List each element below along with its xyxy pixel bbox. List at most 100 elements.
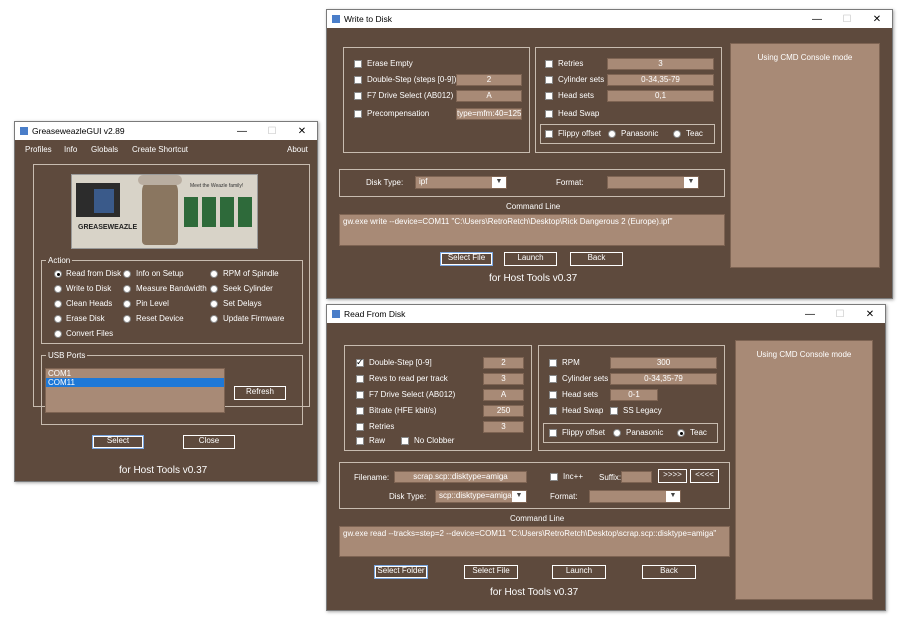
- read-format-select[interactable]: ▼: [589, 490, 681, 503]
- usb-port-list[interactable]: COM1 COM11: [45, 368, 225, 413]
- radio-seek-cylinder[interactable]: [210, 285, 218, 293]
- read-panasonic-radio[interactable]: [613, 429, 621, 437]
- read-close-window-button[interactable]: ✕: [855, 309, 885, 320]
- write-select-file-button[interactable]: Select File: [440, 252, 493, 266]
- radio-convert-files[interactable]: [54, 330, 62, 338]
- read-suffix-back-button[interactable]: <<<<: [690, 469, 719, 483]
- write-disk-type-select[interactable]: ipf ▼: [415, 176, 507, 189]
- radio-clean-heads[interactable]: [54, 300, 62, 308]
- read-raw-checkbox[interactable]: [356, 437, 364, 445]
- read-head-swap-checkbox[interactable]: [549, 407, 557, 415]
- radio-pin-level[interactable]: [123, 300, 131, 308]
- read-select-file-button[interactable]: Select File: [464, 565, 518, 579]
- radio-write-to-disk[interactable]: [54, 285, 62, 293]
- radio-update-firmware[interactable]: [210, 315, 218, 323]
- read-teac-radio[interactable]: [677, 429, 685, 437]
- radio-reset-device[interactable]: [123, 315, 131, 323]
- label-erase-disk: Erase Disk: [66, 314, 105, 323]
- floppy-disk-blue-image: [94, 189, 114, 213]
- read-inc-checkbox[interactable]: [550, 473, 558, 481]
- read-retries-checkbox[interactable]: [356, 423, 364, 431]
- radio-measure-bandwidth[interactable]: [123, 285, 131, 293]
- read-filename-input[interactable]: scrap.scp::disktype=amiga: [394, 471, 527, 483]
- read-minimize-button[interactable]: —: [795, 309, 825, 320]
- read-bitrate-checkbox[interactable]: [356, 407, 364, 415]
- write-head-sets-checkbox[interactable]: [545, 92, 553, 100]
- close-button[interactable]: Close: [183, 435, 235, 449]
- port-com11[interactable]: COM11: [46, 378, 224, 387]
- label-seek-cylinder: Seek Cylinder: [223, 284, 273, 293]
- minimize-button[interactable]: —: [227, 126, 257, 137]
- write-launch-button[interactable]: Launch: [504, 252, 557, 266]
- write-teac-radio[interactable]: [673, 130, 681, 138]
- select-button[interactable]: Select: [92, 435, 144, 449]
- board-v4-image: [220, 197, 234, 227]
- write-double-step-input[interactable]: 2: [456, 74, 522, 86]
- write-format-select[interactable]: ▼: [607, 176, 699, 189]
- read-flippy-checkbox[interactable]: [549, 429, 557, 437]
- read-ss-legacy-checkbox[interactable]: [610, 407, 618, 415]
- read-rpm-checkbox[interactable]: [549, 359, 557, 367]
- write-format-label: Format:: [556, 178, 584, 187]
- write-console-panel: Using CMD Console mode: [730, 43, 880, 268]
- write-f7-input[interactable]: A: [456, 90, 522, 102]
- read-cylinder-sets-checkbox[interactable]: [549, 375, 557, 383]
- write-back-button[interactable]: Back: [570, 252, 623, 266]
- read-double-step-checkbox[interactable]: [356, 357, 364, 368]
- read-suffix-forward-button[interactable]: >>>>: [658, 469, 687, 483]
- write-close-window-button[interactable]: ✕: [862, 14, 892, 25]
- write-minimize-button[interactable]: —: [802, 14, 832, 25]
- banner-tag: Meet the Weazle family!: [190, 183, 244, 189]
- board-v41-image: [238, 197, 252, 227]
- read-double-step-input[interactable]: 2: [483, 357, 524, 369]
- radio-info-on-setup[interactable]: [123, 270, 131, 278]
- write-double-step-checkbox[interactable]: [354, 76, 362, 84]
- read-back-button[interactable]: Back: [642, 565, 696, 579]
- board-f1-image: [184, 197, 198, 227]
- read-bitrate-input[interactable]: 250: [483, 405, 524, 417]
- read-retries-input[interactable]: 3: [483, 421, 524, 433]
- read-disk-type-select[interactable]: scp::disktype=amiga ▼: [435, 490, 527, 503]
- write-head-sets-input[interactable]: 0,1: [607, 90, 714, 102]
- menu-about[interactable]: About: [287, 145, 308, 155]
- write-head-swap-checkbox[interactable]: [545, 110, 553, 118]
- close-window-button[interactable]: ✕: [287, 126, 317, 137]
- radio-set-delays[interactable]: [210, 300, 218, 308]
- refresh-button[interactable]: Refresh: [234, 386, 286, 400]
- write-command-line-box[interactable]: gw.exe write --device=COM11 "C:\Users\Re…: [339, 214, 725, 246]
- write-panasonic-radio[interactable]: [608, 130, 616, 138]
- read-f7-input[interactable]: A: [483, 389, 524, 401]
- port-com1[interactable]: COM1: [46, 369, 224, 378]
- write-erase-empty-checkbox[interactable]: [354, 60, 362, 68]
- write-precomp-input[interactable]: type=mfm:40=125: [456, 108, 522, 120]
- read-command-line-box[interactable]: gw.exe read --tracks=step=2 --device=COM…: [339, 526, 730, 557]
- read-select-folder-button[interactable]: Select Folder: [374, 565, 428, 579]
- write-cylinder-sets-input[interactable]: 0-34,35-79: [607, 74, 714, 86]
- read-no-clobber-checkbox[interactable]: [401, 437, 409, 445]
- write-precomp-checkbox[interactable]: [354, 110, 362, 118]
- menu-profiles[interactable]: Profiles: [25, 145, 52, 155]
- write-retries-checkbox[interactable]: [545, 60, 553, 68]
- read-revs-input[interactable]: 3: [483, 373, 524, 385]
- read-cylinder-sets-input[interactable]: 0-34,35-79: [610, 373, 717, 385]
- write-cylinder-sets-checkbox[interactable]: [545, 76, 553, 84]
- menu-create-shortcut[interactable]: Create Shortcut: [132, 145, 188, 155]
- write-cylinder-sets-label: Cylinder sets: [558, 75, 605, 84]
- radio-erase-disk[interactable]: [54, 315, 62, 323]
- write-retries-input[interactable]: 3: [607, 58, 714, 70]
- write-flippy-checkbox[interactable]: [545, 130, 553, 138]
- read-f7-checkbox[interactable]: [356, 391, 364, 399]
- menu-globals[interactable]: Globals: [91, 145, 118, 155]
- chevron-down-icon: ▼: [492, 177, 506, 188]
- radio-read-from-disk[interactable]: [54, 270, 62, 278]
- action-legend: Action: [46, 255, 73, 266]
- radio-rpm-of-spindle[interactable]: [210, 270, 218, 278]
- write-f7-checkbox[interactable]: [354, 92, 362, 100]
- menu-info[interactable]: Info: [64, 145, 77, 155]
- read-revs-checkbox[interactable]: [356, 375, 364, 383]
- read-suffix-input[interactable]: [621, 471, 652, 483]
- read-head-sets-input[interactable]: 0-1: [610, 389, 658, 401]
- read-head-sets-checkbox[interactable]: [549, 391, 557, 399]
- read-launch-button[interactable]: Launch: [552, 565, 606, 579]
- read-rpm-input[interactable]: 300: [610, 357, 717, 369]
